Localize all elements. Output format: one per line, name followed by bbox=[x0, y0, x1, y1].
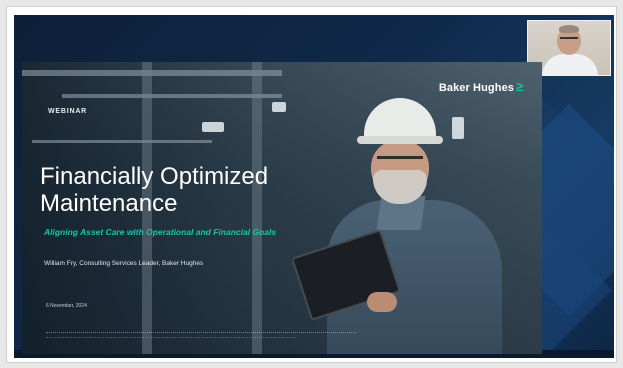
background-beam bbox=[62, 94, 282, 98]
brand-logo-icon: ≥ bbox=[516, 79, 524, 94]
presenter-body bbox=[542, 54, 598, 75]
background-lamp bbox=[202, 122, 224, 132]
slide-title-line: Financially Optimized bbox=[40, 163, 269, 190]
slide-title-line: Maintenance bbox=[40, 190, 178, 217]
presenter-glasses bbox=[560, 37, 578, 43]
worker-glasses bbox=[377, 156, 423, 165]
worker-photo bbox=[291, 92, 537, 354]
slide-date: 6 November, 2024 bbox=[46, 303, 87, 309]
background-beam bbox=[32, 140, 212, 143]
slide-subtitle: Aligning Asset Care with Operational and… bbox=[44, 227, 277, 237]
legal-disclaimer bbox=[46, 337, 296, 340]
slide-tag: WEBINAR bbox=[48, 108, 88, 115]
background-beam bbox=[22, 70, 282, 76]
worker-hand bbox=[367, 292, 397, 312]
hard-hat-brim bbox=[357, 136, 443, 144]
slide-title: Financially Optimized Maintenance bbox=[40, 163, 340, 217]
presenter-credit: William Fry, Consulting Services Leader,… bbox=[44, 260, 204, 267]
presenter-hair bbox=[559, 25, 579, 33]
shared-slide: Baker Hughes ≥ WEBINAR Financially Optim… bbox=[22, 62, 542, 354]
brand-logo-text: Baker Hughes bbox=[438, 82, 514, 94]
background-lamp bbox=[272, 102, 286, 112]
